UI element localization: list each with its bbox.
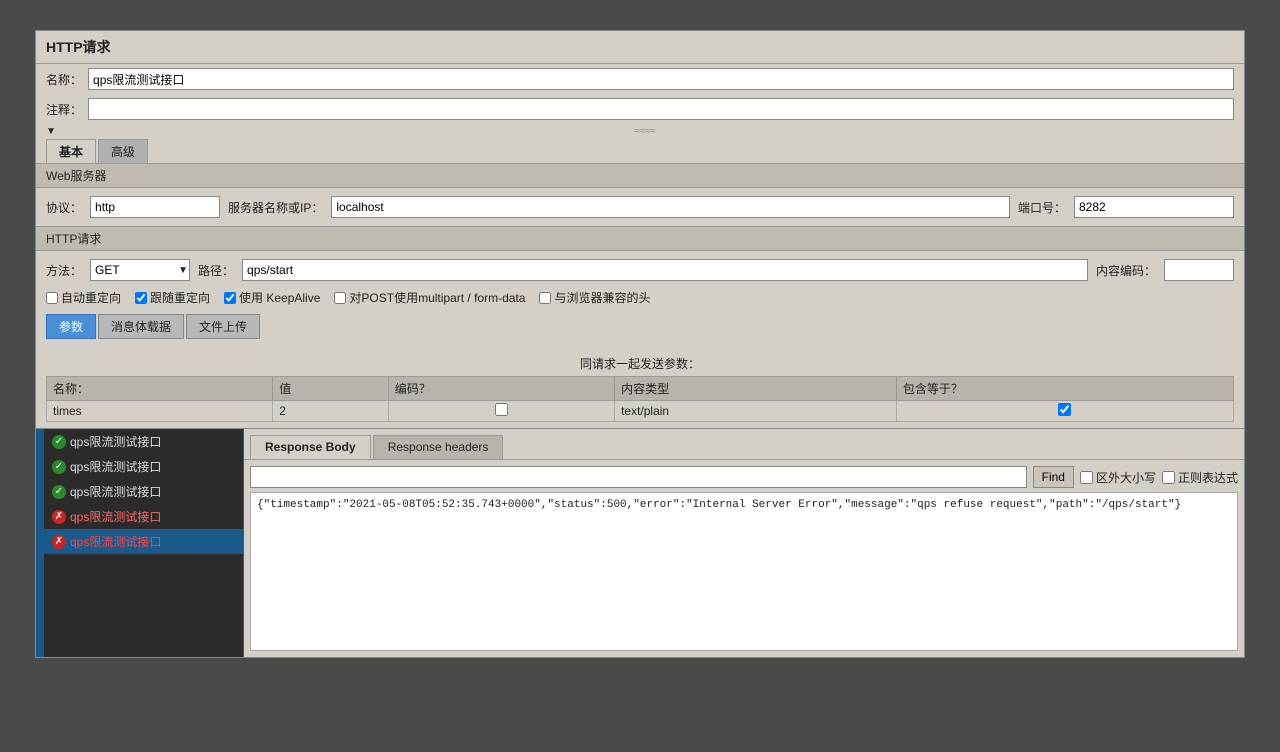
comment-label: 注释： xyxy=(46,101,82,118)
param-include xyxy=(896,401,1233,422)
cb-keepalive[interactable]: 使用 KeepAlive xyxy=(224,289,320,306)
col-content-type: 内容类型 xyxy=(615,377,897,401)
cb-multipart-input[interactable] xyxy=(334,292,346,304)
tab-basic[interactable]: 基本 xyxy=(46,139,96,163)
name-row: 名称： xyxy=(36,64,1244,94)
col-include: 包含等于？ xyxy=(896,377,1233,401)
http-panel-title: HTTP请求 xyxy=(36,31,1244,64)
tree-item-label-3: qps限流测试接口 xyxy=(70,483,161,500)
response-toolbar: Find 区外大小写 正则表达式 xyxy=(250,466,1238,488)
encoding-label: 内容编码： xyxy=(1096,262,1156,279)
tree-item-4[interactable]: ✗ qps限流测试接口 xyxy=(44,504,243,529)
cb-case-input[interactable] xyxy=(1080,471,1093,484)
method-select[interactable]: GET POST PUT DELETE xyxy=(90,259,190,281)
response-content-area: Find 区外大小写 正则表达式 {"timestamp":"2021-05-0… xyxy=(244,459,1244,657)
response-body-text: {"timestamp":"2021-05-08T05:52:35.743+00… xyxy=(250,492,1238,651)
col-value: 值 xyxy=(273,377,388,401)
name-input[interactable] xyxy=(88,68,1234,90)
server-input[interactable] xyxy=(331,196,1010,218)
collapse-icon[interactable]: ▼ xyxy=(46,126,56,137)
bottom-split: ✓ qps限流测试接口 ✓ qps限流测试接口 ✓ qps限流测试接口 ✗ qp… xyxy=(35,428,1245,658)
port-label: 端口号： xyxy=(1018,199,1066,216)
checkbox-row: 自动重定向 跟随重定向 使用 KeepAlive 对POST使用multipar… xyxy=(46,285,1234,310)
collapse-row: ▼ ≈≈≈≈ xyxy=(36,124,1244,139)
tree-item-label-4: qps限流测试接口 xyxy=(70,508,161,525)
method-select-wrapper: GET POST PUT DELETE ▼ xyxy=(90,259,190,281)
subtab-params[interactable]: 参数 xyxy=(46,314,96,339)
path-input[interactable] xyxy=(242,259,1088,281)
status-icon-5: ✗ xyxy=(52,535,66,549)
cb-browser-headers-input[interactable] xyxy=(539,292,551,304)
tree-item-2[interactable]: ✓ qps限流测试接口 xyxy=(44,454,243,479)
server-label: 服务器名称或IP： xyxy=(228,199,323,216)
cb-regex-wrapper[interactable]: 正则表达式 xyxy=(1162,469,1238,486)
status-icon-1: ✓ xyxy=(52,435,66,449)
cb-auto-redirect-input[interactable] xyxy=(46,292,58,304)
cb-browser-headers[interactable]: 与浏览器兼容的头 xyxy=(539,289,650,306)
find-button[interactable]: Find xyxy=(1033,466,1074,488)
http-request-section: 方法： GET POST PUT DELETE ▼ 路径： 内容编码： xyxy=(36,251,1244,347)
col-encode: 编码？ xyxy=(388,377,614,401)
path-label: 路径： xyxy=(198,262,234,279)
tree-item-3[interactable]: ✓ qps限流测试接口 xyxy=(44,479,243,504)
param-encode-cb[interactable] xyxy=(495,403,508,416)
params-table: 名称： 值 编码？ 内容类型 包含等于？ times 2 text/p xyxy=(46,376,1234,422)
comment-row: 注释： xyxy=(36,94,1244,124)
subtab-files[interactable]: 文件上传 xyxy=(186,314,260,339)
right-panel: Response Body Response headers Find 区外大小… xyxy=(244,429,1244,657)
col-name: 名称： xyxy=(47,377,273,401)
response-search-input[interactable] xyxy=(250,466,1027,488)
main-container: HTTP请求 名称： 注释： ▼ ≈≈≈≈ 基本 高级 Web服务器 协议： xyxy=(0,30,1280,752)
tree-item-label-5: qps限流测试接口 xyxy=(70,533,161,550)
status-icon-3: ✓ xyxy=(52,485,66,499)
left-indicator xyxy=(36,429,44,657)
http-panel: HTTP请求 名称： 注释： ▼ ≈≈≈≈ 基本 高级 Web服务器 协议： xyxy=(35,30,1245,428)
name-label: 名称： xyxy=(46,71,82,88)
param-encode xyxy=(388,401,614,422)
params-section: 同请求一起发送参数： 名称： 值 编码？ 内容类型 包含等于？ times 2 xyxy=(36,347,1244,428)
http-request-header: HTTP请求 xyxy=(36,226,1244,251)
web-server-section: 协议： 服务器名称或IP： 端口号： xyxy=(36,188,1244,226)
divider-mark: ≈≈≈≈ xyxy=(56,126,1234,137)
cb-case-wrapper[interactable]: 区外大小写 xyxy=(1080,469,1156,486)
method-label: 方法： xyxy=(46,262,82,279)
tree-item-label-1: qps限流测试接口 xyxy=(70,433,161,450)
tree-item-5[interactable]: ✗ qps限流测试接口 xyxy=(44,529,243,554)
tree-item-label-2: qps限流测试接口 xyxy=(70,458,161,475)
response-tabs: Response Body Response headers xyxy=(244,429,1244,459)
status-icon-2: ✓ xyxy=(52,460,66,474)
cb-follow-redirect-input[interactable] xyxy=(135,292,147,304)
left-panel: ✓ qps限流测试接口 ✓ qps限流测试接口 ✓ qps限流测试接口 ✗ qp… xyxy=(44,429,244,657)
param-include-cb[interactable] xyxy=(1058,403,1071,416)
cb-multipart[interactable]: 对POST使用multipart / form-data xyxy=(334,289,525,306)
tab-advanced[interactable]: 高级 xyxy=(98,139,148,163)
response-tab-headers[interactable]: Response headers xyxy=(373,435,504,459)
param-name: times xyxy=(47,401,273,422)
cb-auto-redirect[interactable]: 自动重定向 xyxy=(46,289,121,306)
send-params-title: 同请求一起发送参数： xyxy=(46,351,1234,376)
param-value: 2 xyxy=(273,401,388,422)
comment-input[interactable] xyxy=(88,98,1234,120)
param-content-type: text/plain xyxy=(615,401,897,422)
port-input[interactable] xyxy=(1074,196,1234,218)
cb-case-label: 区外大小写 xyxy=(1096,469,1156,486)
encoding-input[interactable] xyxy=(1164,259,1234,281)
sub-tabs: 参数 消息体载据 文件上传 xyxy=(46,310,1234,343)
status-icon-4: ✗ xyxy=(52,510,66,524)
cb-regex-label: 正则表达式 xyxy=(1178,469,1238,486)
cb-keepalive-input[interactable] xyxy=(224,292,236,304)
response-tab-body[interactable]: Response Body xyxy=(250,435,371,459)
method-row: 方法： GET POST PUT DELETE ▼ 路径： 内容编码： xyxy=(46,255,1234,285)
subtab-body[interactable]: 消息体载据 xyxy=(98,314,184,339)
web-server-header: Web服务器 xyxy=(36,163,1244,188)
cb-follow-redirect[interactable]: 跟随重定向 xyxy=(135,289,210,306)
protocol-input[interactable] xyxy=(90,196,220,218)
main-tabs: 基本 高级 xyxy=(36,139,1244,163)
protocol-row: 协议： 服务器名称或IP： 端口号： xyxy=(46,192,1234,222)
tree-item-1[interactable]: ✓ qps限流测试接口 xyxy=(44,429,243,454)
protocol-label: 协议： xyxy=(46,199,82,216)
cb-regex-input[interactable] xyxy=(1162,471,1175,484)
table-row: times 2 text/plain xyxy=(47,401,1234,422)
